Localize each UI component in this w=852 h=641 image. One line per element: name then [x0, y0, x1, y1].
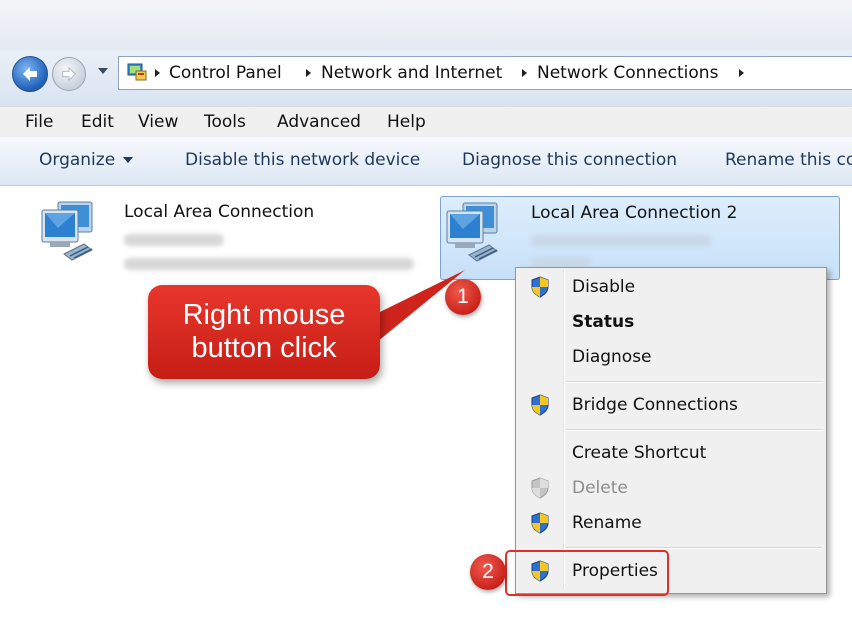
menu-item-label: Status	[572, 312, 635, 332]
uac-shield-icon	[531, 276, 549, 298]
step-1-badge: 1	[445, 279, 481, 315]
organize-button[interactable]: Organize	[39, 150, 134, 170]
uac-shield-icon	[531, 477, 549, 499]
back-arrow-icon	[23, 67, 37, 81]
menu-bar: File Edit View Tools Advanced Help	[0, 106, 852, 137]
forward-arrow-icon	[62, 66, 76, 82]
forward-button[interactable]	[52, 57, 86, 91]
menu-item-label: Delete	[572, 478, 628, 498]
breadcrumb-control-panel[interactable]: Control Panel	[169, 63, 282, 83]
connection-name: Local Area Connection	[124, 202, 315, 222]
connection-network-status-redacted	[124, 234, 224, 246]
context-menu-item-diagnose[interactable]: Diagnose	[518, 341, 824, 373]
menu-advanced[interactable]: Advanced	[277, 112, 361, 132]
connection-name: Local Area Connection 2	[531, 203, 738, 223]
step-2-badge: 2	[470, 554, 506, 590]
rename-connection-button[interactable]: Rename this co	[725, 150, 852, 170]
back-button[interactable]	[12, 56, 48, 92]
context-menu: Disable Status Diagnose Bridge Connectio…	[515, 267, 827, 594]
menu-item-label: Bridge Connections	[572, 395, 738, 415]
properties-highlight	[505, 550, 669, 596]
menu-tools[interactable]: Tools	[204, 112, 246, 132]
menu-separator	[566, 547, 822, 549]
control-panel-icon	[127, 63, 147, 81]
window-title-area	[0, 0, 852, 50]
menu-item-label: Disable	[572, 277, 636, 297]
context-menu-item-status[interactable]: Status	[518, 306, 824, 338]
connection-network-status-redacted	[531, 235, 711, 247]
network-adapter-icon	[41, 201, 93, 261]
menu-view[interactable]: View	[138, 112, 178, 132]
breadcrumb-network-and-internet[interactable]: Network and Internet	[321, 63, 502, 83]
menu-item-label: Diagnose	[572, 347, 652, 367]
chevron-down-icon	[123, 157, 134, 163]
context-menu-item-disable[interactable]: Disable	[518, 271, 824, 303]
organize-label: Organize	[39, 150, 116, 170]
network-adapter-icon	[446, 202, 498, 262]
callout-text: Right mouse button click	[182, 299, 346, 364]
connection-item-local-area-connection[interactable]: Local Area Connection	[34, 196, 424, 278]
menu-file[interactable]: File	[25, 112, 53, 132]
breadcrumb-separator-icon[interactable]	[306, 69, 311, 77]
menu-separator	[566, 381, 822, 383]
breadcrumb-separator-icon[interactable]	[522, 69, 527, 77]
recent-pages-dropdown-icon[interactable]	[98, 68, 108, 74]
uac-shield-icon	[531, 394, 549, 416]
menu-item-label: Rename	[572, 513, 642, 533]
breadcrumb-separator-icon[interactable]	[739, 69, 744, 77]
breadcrumb-separator-icon[interactable]	[155, 69, 160, 77]
context-menu-item-bridge-connections[interactable]: Bridge Connections	[518, 389, 824, 421]
menu-item-label: Create Shortcut	[572, 443, 707, 463]
diagnose-connection-button[interactable]: Diagnose this connection	[462, 150, 677, 170]
context-menu-item-delete: Delete	[518, 472, 824, 504]
menu-separator	[566, 429, 822, 431]
menu-help[interactable]: Help	[387, 112, 426, 132]
breadcrumb-network-connections[interactable]: Network Connections	[537, 63, 718, 83]
menu-edit[interactable]: Edit	[81, 112, 114, 132]
command-bar: Organize Disable this network device Dia…	[0, 137, 852, 186]
context-menu-item-create-shortcut[interactable]: Create Shortcut	[518, 437, 824, 469]
connection-adapter-name-redacted	[124, 258, 414, 270]
address-bar[interactable]: Control Panel Network and Internet Netwo…	[118, 56, 852, 90]
context-menu-item-rename[interactable]: Rename	[518, 507, 824, 539]
uac-shield-icon	[531, 512, 549, 534]
disable-device-button[interactable]: Disable this network device	[185, 150, 420, 170]
instruction-callout: Right mouse button click	[148, 285, 380, 379]
